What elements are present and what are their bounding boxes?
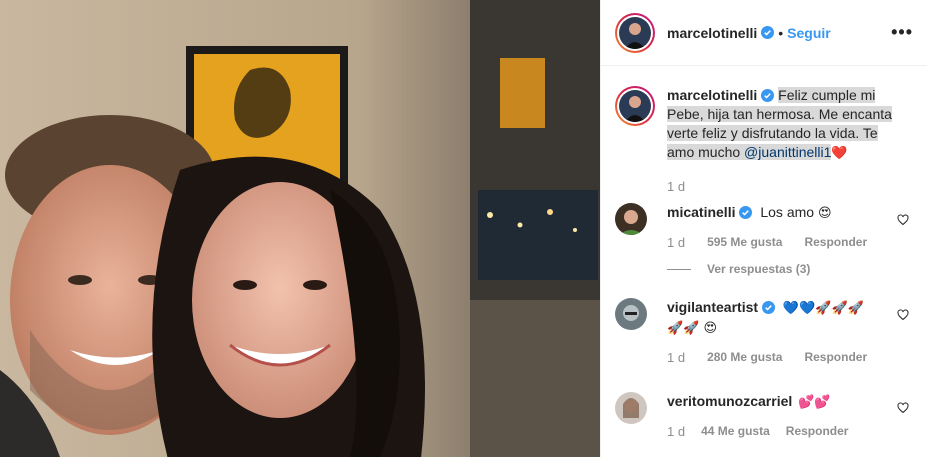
comment-text: 💕💕 <box>798 395 831 410</box>
comment-body: vigilanteartist 💙💙🚀🚀🚀🚀🚀 😍 1 d 280 Me gus… <box>667 298 877 367</box>
comment-avatar[interactable] <box>615 203 647 235</box>
post-age: 1 d <box>667 179 686 194</box>
comment-age: 1 d <box>667 235 686 250</box>
comment-text: Los amo <box>760 204 818 220</box>
comment-age: 1 d <box>667 350 686 365</box>
comment-meta: 1 d 280 Me gusta Responder <box>667 348 877 367</box>
comment-item: veritomunozcarriel 💕💕 1 d 44 Me gusta Re… <box>615 392 915 441</box>
instagram-post-modal: marcelotinelli • Seguir ••• marcelotinel… <box>0 0 927 457</box>
view-replies-link[interactable]: Ver respuestas (3) <box>667 262 810 276</box>
comment-body: veritomunozcarriel 💕💕 1 d 44 Me gusta Re… <box>667 392 877 441</box>
view-replies-label: Ver respuestas (3) <box>707 262 811 276</box>
selfie-photo-illustration <box>0 0 600 457</box>
author-username[interactable]: marcelotinelli <box>667 25 757 41</box>
verified-badge-icon <box>761 89 775 102</box>
post-sidebar: marcelotinelli • Seguir ••• marcelotinel… <box>600 0 927 457</box>
caption-avatar-image <box>619 90 651 122</box>
author-avatar[interactable] <box>615 12 655 53</box>
comment-meta: 1 d 595 Me gusta Responder <box>667 233 877 252</box>
comment-likes-count[interactable]: 44 Me gusta <box>701 422 770 441</box>
comment-username[interactable]: vigilanteartist <box>667 299 758 315</box>
caption-mention-link[interactable]: @juanittinelli1 <box>744 144 832 160</box>
replies-divider-line <box>667 268 691 270</box>
comment-avatar[interactable] <box>615 392 647 424</box>
verified-badge-icon <box>761 26 775 39</box>
caption-username[interactable]: marcelotinelli <box>667 87 757 103</box>
caption-text-block: marcelotinelli Feliz cumple mi Pebe, hij… <box>667 86 907 163</box>
comment-likes-count[interactable]: 595 Me gusta <box>707 233 782 252</box>
comment-item: vigilanteartist 💙💙🚀🚀🚀🚀🚀 😍 1 d 280 Me gus… <box>615 298 915 367</box>
comment-meta: 1 d 44 Me gusta Responder <box>667 422 877 441</box>
separator-dot: • <box>778 24 784 41</box>
comment-item: micatinelli Los amo 😍 1 d 595 Me gusta R… <box>615 203 915 252</box>
avatar-image <box>619 16 651 49</box>
comment-age: 1 d <box>667 424 686 439</box>
comment-username[interactable]: micatinelli <box>667 204 735 220</box>
comment-avatar[interactable] <box>615 298 647 330</box>
comment-likes-count[interactable]: 280 Me gusta <box>707 348 782 367</box>
heart-outline-icon[interactable] <box>897 402 909 414</box>
reply-button[interactable]: Responder <box>786 422 849 441</box>
comment-body: micatinelli Los amo 😍 1 d 595 Me gusta R… <box>667 203 877 252</box>
heart-emoji: ❤️ <box>831 146 848 161</box>
post-header: marcelotinelli • Seguir ••• <box>601 0 927 66</box>
comment-username[interactable]: veritomunozcarriel <box>667 393 792 409</box>
follow-button[interactable]: Seguir <box>787 25 831 41</box>
heart-outline-icon[interactable] <box>897 309 909 321</box>
reply-button[interactable]: Responder <box>804 348 867 367</box>
post-caption: marcelotinelli Feliz cumple mi Pebe, hij… <box>615 86 915 163</box>
verified-badge-icon <box>762 301 776 314</box>
comment-emoji: 😍 <box>817 206 832 221</box>
verified-badge-icon <box>739 206 753 219</box>
more-options-icon[interactable]: ••• <box>891 22 913 43</box>
caption-avatar[interactable] <box>615 86 655 126</box>
post-photo[interactable] <box>0 0 600 457</box>
reply-button[interactable]: Responder <box>804 233 867 252</box>
heart-outline-icon[interactable] <box>897 214 909 226</box>
